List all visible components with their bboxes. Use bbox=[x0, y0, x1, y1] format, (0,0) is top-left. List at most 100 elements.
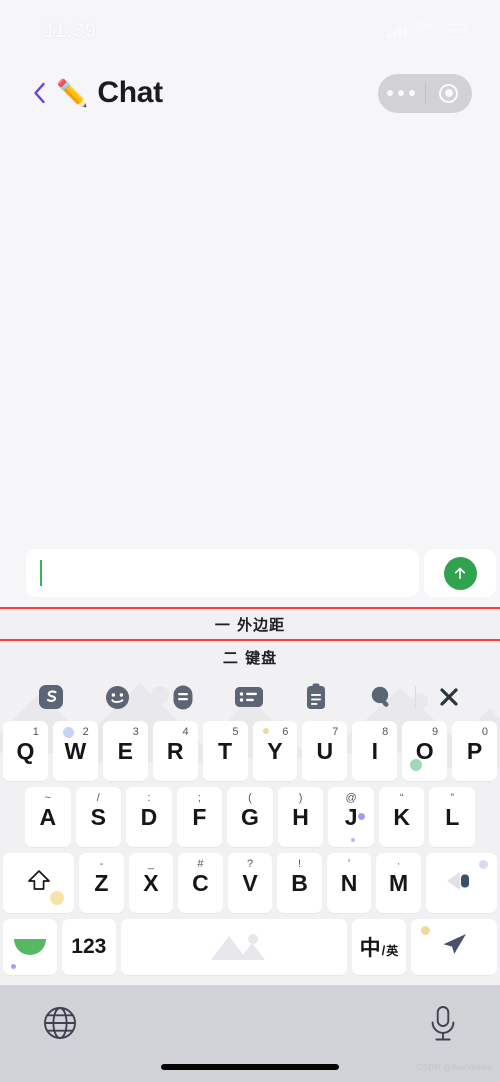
emoji-key[interactable] bbox=[3, 919, 57, 975]
key-sup: 3 bbox=[132, 726, 139, 738]
key-d[interactable]: : D bbox=[126, 787, 172, 847]
key-n[interactable]: ’ N bbox=[326, 853, 372, 913]
annotation-keyboard-band: 二 键盘 bbox=[0, 641, 500, 673]
key-decor-dot bbox=[410, 759, 423, 771]
message-input[interactable] bbox=[26, 549, 419, 597]
key-decor-dot bbox=[420, 926, 430, 935]
wifi-icon bbox=[415, 22, 432, 40]
key-sup: 5 bbox=[232, 726, 239, 738]
key-c[interactable]: # C bbox=[178, 853, 223, 913]
lang-cn-label: 中 bbox=[359, 936, 381, 960]
key-label: H bbox=[292, 803, 309, 830]
key-label: U bbox=[316, 737, 334, 764]
keyboard-toolbar bbox=[0, 673, 500, 721]
key-v[interactable]: ? V bbox=[227, 853, 273, 913]
key-s[interactable]: / S bbox=[75, 787, 122, 847]
pencil-emoji-icon: ✏️ bbox=[56, 78, 89, 108]
lang-slash: / bbox=[381, 943, 386, 958]
key-sup: 8 bbox=[382, 726, 389, 738]
key-label: E bbox=[117, 737, 133, 764]
key-sup: ) bbox=[298, 792, 303, 804]
key-label: A bbox=[39, 803, 57, 830]
key-o[interactable]: 9 O bbox=[402, 721, 448, 781]
key-sup: 4 bbox=[182, 726, 189, 738]
clipboard-icon[interactable] bbox=[283, 673, 349, 721]
numeric-key[interactable]: 123 bbox=[61, 919, 116, 975]
arrow-up-icon bbox=[443, 556, 477, 590]
emoji-halfcircle-icon bbox=[13, 939, 46, 955]
key-x[interactable]: _ X bbox=[128, 853, 174, 913]
key-label: Y bbox=[267, 737, 283, 764]
emoji-face-icon[interactable] bbox=[84, 673, 150, 721]
key-l[interactable]: ” L bbox=[429, 787, 476, 847]
key-k[interactable]: “ K bbox=[378, 787, 425, 847]
close-icon[interactable] bbox=[416, 673, 482, 721]
language-toggle-key[interactable]: 中 / 英 bbox=[351, 919, 406, 975]
key-sup: “ bbox=[399, 792, 404, 804]
home-indicator bbox=[161, 1064, 339, 1070]
key-label: K bbox=[393, 803, 410, 830]
target-circle-icon[interactable] bbox=[426, 83, 473, 103]
key-h[interactable]: ) H bbox=[277, 787, 324, 847]
key-label: J bbox=[344, 803, 358, 830]
key-z[interactable]: - Z bbox=[79, 853, 124, 913]
key-q[interactable]: 1 Q bbox=[2, 721, 48, 781]
more-dots-icon[interactable] bbox=[378, 90, 425, 96]
key-label: P bbox=[466, 737, 483, 764]
key-sup: # bbox=[197, 858, 204, 870]
globe-icon[interactable] bbox=[42, 1005, 78, 1046]
key-a[interactable]: ~ A bbox=[24, 787, 71, 847]
navigation-bar: ✏️ Chat bbox=[0, 62, 500, 124]
key-sup: _ bbox=[147, 858, 155, 870]
annotation-label-1: 一 外边距 bbox=[214, 615, 286, 634]
back-chevron-icon[interactable] bbox=[30, 79, 48, 107]
keyboard-send-key[interactable] bbox=[410, 919, 497, 975]
key-m[interactable]: · M bbox=[376, 853, 421, 913]
language-toggle-label: 中 / 英 bbox=[360, 932, 399, 962]
key-label: T bbox=[218, 737, 233, 764]
shift-key[interactable] bbox=[2, 853, 75, 913]
numeric-key-label: 123 bbox=[71, 935, 107, 958]
space-key[interactable] bbox=[120, 919, 347, 975]
key-label: F bbox=[192, 803, 207, 830]
lang-en-label: 英 bbox=[386, 944, 399, 958]
key-decor-dot bbox=[351, 838, 356, 842]
battery-icon: 64 bbox=[440, 24, 469, 38]
keyboard-bottom-bar: CSDN @AceVames bbox=[0, 985, 500, 1082]
key-i[interactable]: 8 I bbox=[352, 721, 398, 781]
text-settings-icon[interactable] bbox=[150, 673, 216, 721]
sogou-logo-icon[interactable] bbox=[18, 673, 84, 721]
key-g[interactable]: ( G bbox=[227, 787, 273, 847]
key-r[interactable]: 4 R bbox=[152, 721, 198, 781]
csdn-watermark: CSDN @AceVames bbox=[416, 1063, 492, 1072]
microphone-icon[interactable] bbox=[428, 1005, 458, 1048]
page-title-group: ✏️ Chat bbox=[56, 76, 163, 110]
key-t[interactable]: 5 T bbox=[202, 721, 248, 781]
key-sup: ~ bbox=[44, 792, 51, 804]
key-u[interactable]: 7 U bbox=[302, 721, 348, 781]
key-y[interactable]: 6 Y bbox=[252, 721, 298, 781]
miniprogram-capsule[interactable] bbox=[378, 73, 473, 113]
search-icon[interactable] bbox=[349, 673, 415, 721]
key-sup: 0 bbox=[481, 726, 489, 738]
key-b[interactable]: ! B bbox=[277, 853, 322, 913]
backspace-key[interactable] bbox=[425, 853, 498, 913]
annotation-label-2: 二 键盘 bbox=[222, 648, 278, 667]
key-f[interactable]: ; F bbox=[176, 787, 223, 847]
status-time: 11:39 bbox=[44, 19, 97, 42]
key-label: I bbox=[371, 737, 378, 764]
key-w[interactable]: 2 W bbox=[52, 721, 98, 781]
key-j[interactable]: @ J bbox=[328, 787, 374, 847]
chat-input-bar bbox=[0, 545, 500, 607]
keyboard-card-icon[interactable] bbox=[216, 673, 282, 721]
key-decor-dot bbox=[479, 860, 489, 869]
key-label: D bbox=[140, 803, 158, 830]
key-e[interactable]: 3 E bbox=[102, 721, 148, 781]
status-indicators: 64 bbox=[387, 22, 469, 40]
key-sup: 1 bbox=[32, 726, 39, 738]
key-sup: - bbox=[99, 858, 104, 870]
keyboard-row-1: 1 Q 2 W 3 E 4 R 5 T 6 Y 7 U 8 I 9 O 0 P bbox=[2, 721, 498, 781]
send-button[interactable] bbox=[424, 549, 496, 597]
key-p[interactable]: 0 P bbox=[452, 721, 498, 781]
backspace-icon bbox=[444, 870, 478, 897]
